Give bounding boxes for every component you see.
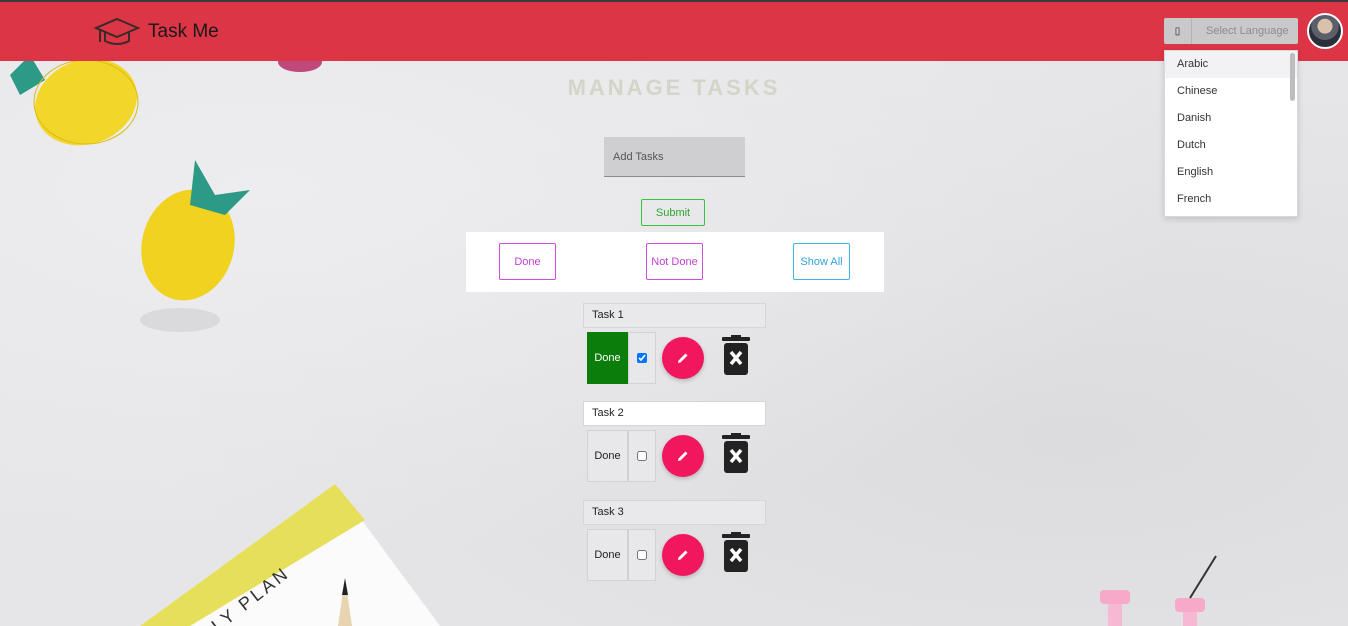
edit-button[interactable]	[662, 337, 704, 379]
filter-panel: Done Not Done Show All	[466, 232, 884, 292]
task-checkbox[interactable]	[637, 353, 647, 363]
language-option-danish[interactable]: Danish	[1165, 105, 1297, 132]
language-option-english[interactable]: English	[1165, 159, 1297, 186]
task-checkbox-container	[628, 430, 656, 482]
task-checkbox-container	[628, 529, 656, 581]
task-checkbox-container	[628, 332, 656, 384]
task-item: Task 1 Done	[583, 303, 767, 384]
edit-button[interactable]	[662, 435, 704, 477]
task-actions: Done	[583, 328, 767, 384]
pencil-icon	[678, 451, 688, 461]
edit-button[interactable]	[662, 534, 704, 576]
filter-not-done-button[interactable]: Not Done	[646, 243, 703, 280]
task-title[interactable]: Task 3	[583, 500, 766, 525]
task-done-status[interactable]: Done	[587, 529, 628, 581]
task-actions: Done	[583, 426, 767, 482]
language-option-arabic[interactable]: Arabic	[1165, 51, 1297, 78]
task-title[interactable]: Task 1	[583, 303, 766, 328]
language-option-french[interactable]: French	[1165, 186, 1297, 213]
submit-button[interactable]: Submit	[641, 199, 705, 226]
language-search-input[interactable]	[1192, 19, 1292, 43]
filter-show-all-button[interactable]: Show All	[793, 243, 850, 280]
task-checkbox[interactable]	[637, 550, 647, 560]
task-checkbox[interactable]	[637, 451, 647, 461]
filter-done-button[interactable]: Done	[499, 243, 556, 280]
language-selector[interactable]: ▯	[1164, 18, 1298, 44]
task-title[interactable]: Task 2	[583, 401, 766, 426]
pencil-icon	[678, 353, 688, 363]
delete-icon[interactable]	[720, 335, 752, 377]
language-toggle-button[interactable]: ▯	[1164, 18, 1192, 44]
delete-icon[interactable]	[720, 532, 752, 574]
delete-icon[interactable]	[720, 433, 752, 475]
graduation-cap-icon	[94, 17, 140, 45]
page-title: MANAGE TASKS	[567, 75, 781, 100]
navbar: Task Me	[0, 2, 1348, 61]
language-option-dutch[interactable]: Dutch	[1165, 132, 1297, 159]
avatar[interactable]	[1307, 13, 1343, 49]
brand[interactable]: Task Me	[94, 16, 219, 48]
task-done-status[interactable]: Done	[587, 332, 628, 384]
task-done-status[interactable]: Done	[587, 430, 628, 482]
task-item: Task 3 Done	[583, 500, 767, 581]
language-button-icon: ▯	[1174, 25, 1181, 37]
task-item: Task 2 Done	[583, 401, 767, 482]
add-task-input[interactable]	[604, 137, 745, 177]
pencil-icon	[678, 550, 688, 560]
task-actions: Done	[583, 525, 767, 581]
brand-name: Task Me	[148, 21, 219, 42]
